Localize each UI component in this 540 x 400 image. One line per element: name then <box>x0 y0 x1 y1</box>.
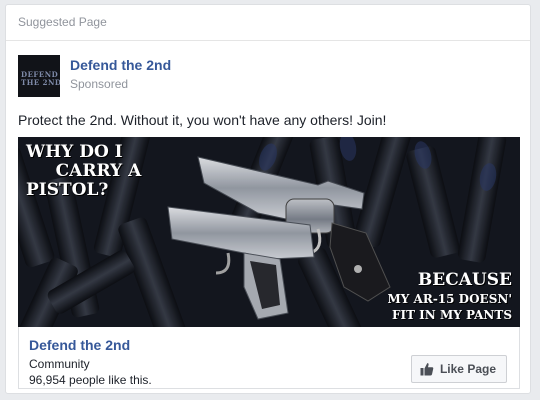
suggested-page-label: Suggested Page <box>18 15 107 29</box>
post-text: Protect the 2nd. Without it, you won't h… <box>18 112 387 128</box>
like-page-label: Like Page <box>439 362 496 376</box>
page-name-link[interactable]: Defend the 2nd <box>70 57 171 73</box>
ad-image[interactable]: WHY DO I CARRY A PISTOL? BECAUSE MY AR-1… <box>18 137 520 327</box>
ad-caption-bottom-line-1: BECAUSE <box>417 270 512 290</box>
thumbs-up-icon <box>420 363 434 376</box>
page-avatar[interactable]: DEFEND THE 2ND <box>18 55 60 97</box>
ad-caption-bottom-line-2: MY AR-15 DOESN' <box>387 292 512 306</box>
footer-page-name-link[interactable]: Defend the 2nd <box>29 337 130 353</box>
ad-caption-bottom-line-3: FIT IN MY PANTS <box>391 308 512 322</box>
sponsored-label[interactable]: Sponsored <box>70 77 128 91</box>
like-page-button[interactable]: Like Page <box>410 355 507 383</box>
ad-caption-top: WHY DO I CARRY A PISTOL? <box>26 142 142 200</box>
card-header: Suggested Page <box>6 5 530 41</box>
ad-caption-bottom: BECAUSE MY AR-15 DOESN' FIT IN MY PANTS <box>388 270 512 323</box>
page-category: Community <box>29 357 90 371</box>
page-footer: Defend the 2nd Community 96,954 people l… <box>18 327 520 389</box>
likes-count: 96,954 people like this. <box>29 373 152 387</box>
suggested-page-card: Suggested Page DEFEND THE 2ND Defend the… <box>5 4 531 394</box>
avatar-text-line-2: THE 2ND <box>21 78 60 87</box>
